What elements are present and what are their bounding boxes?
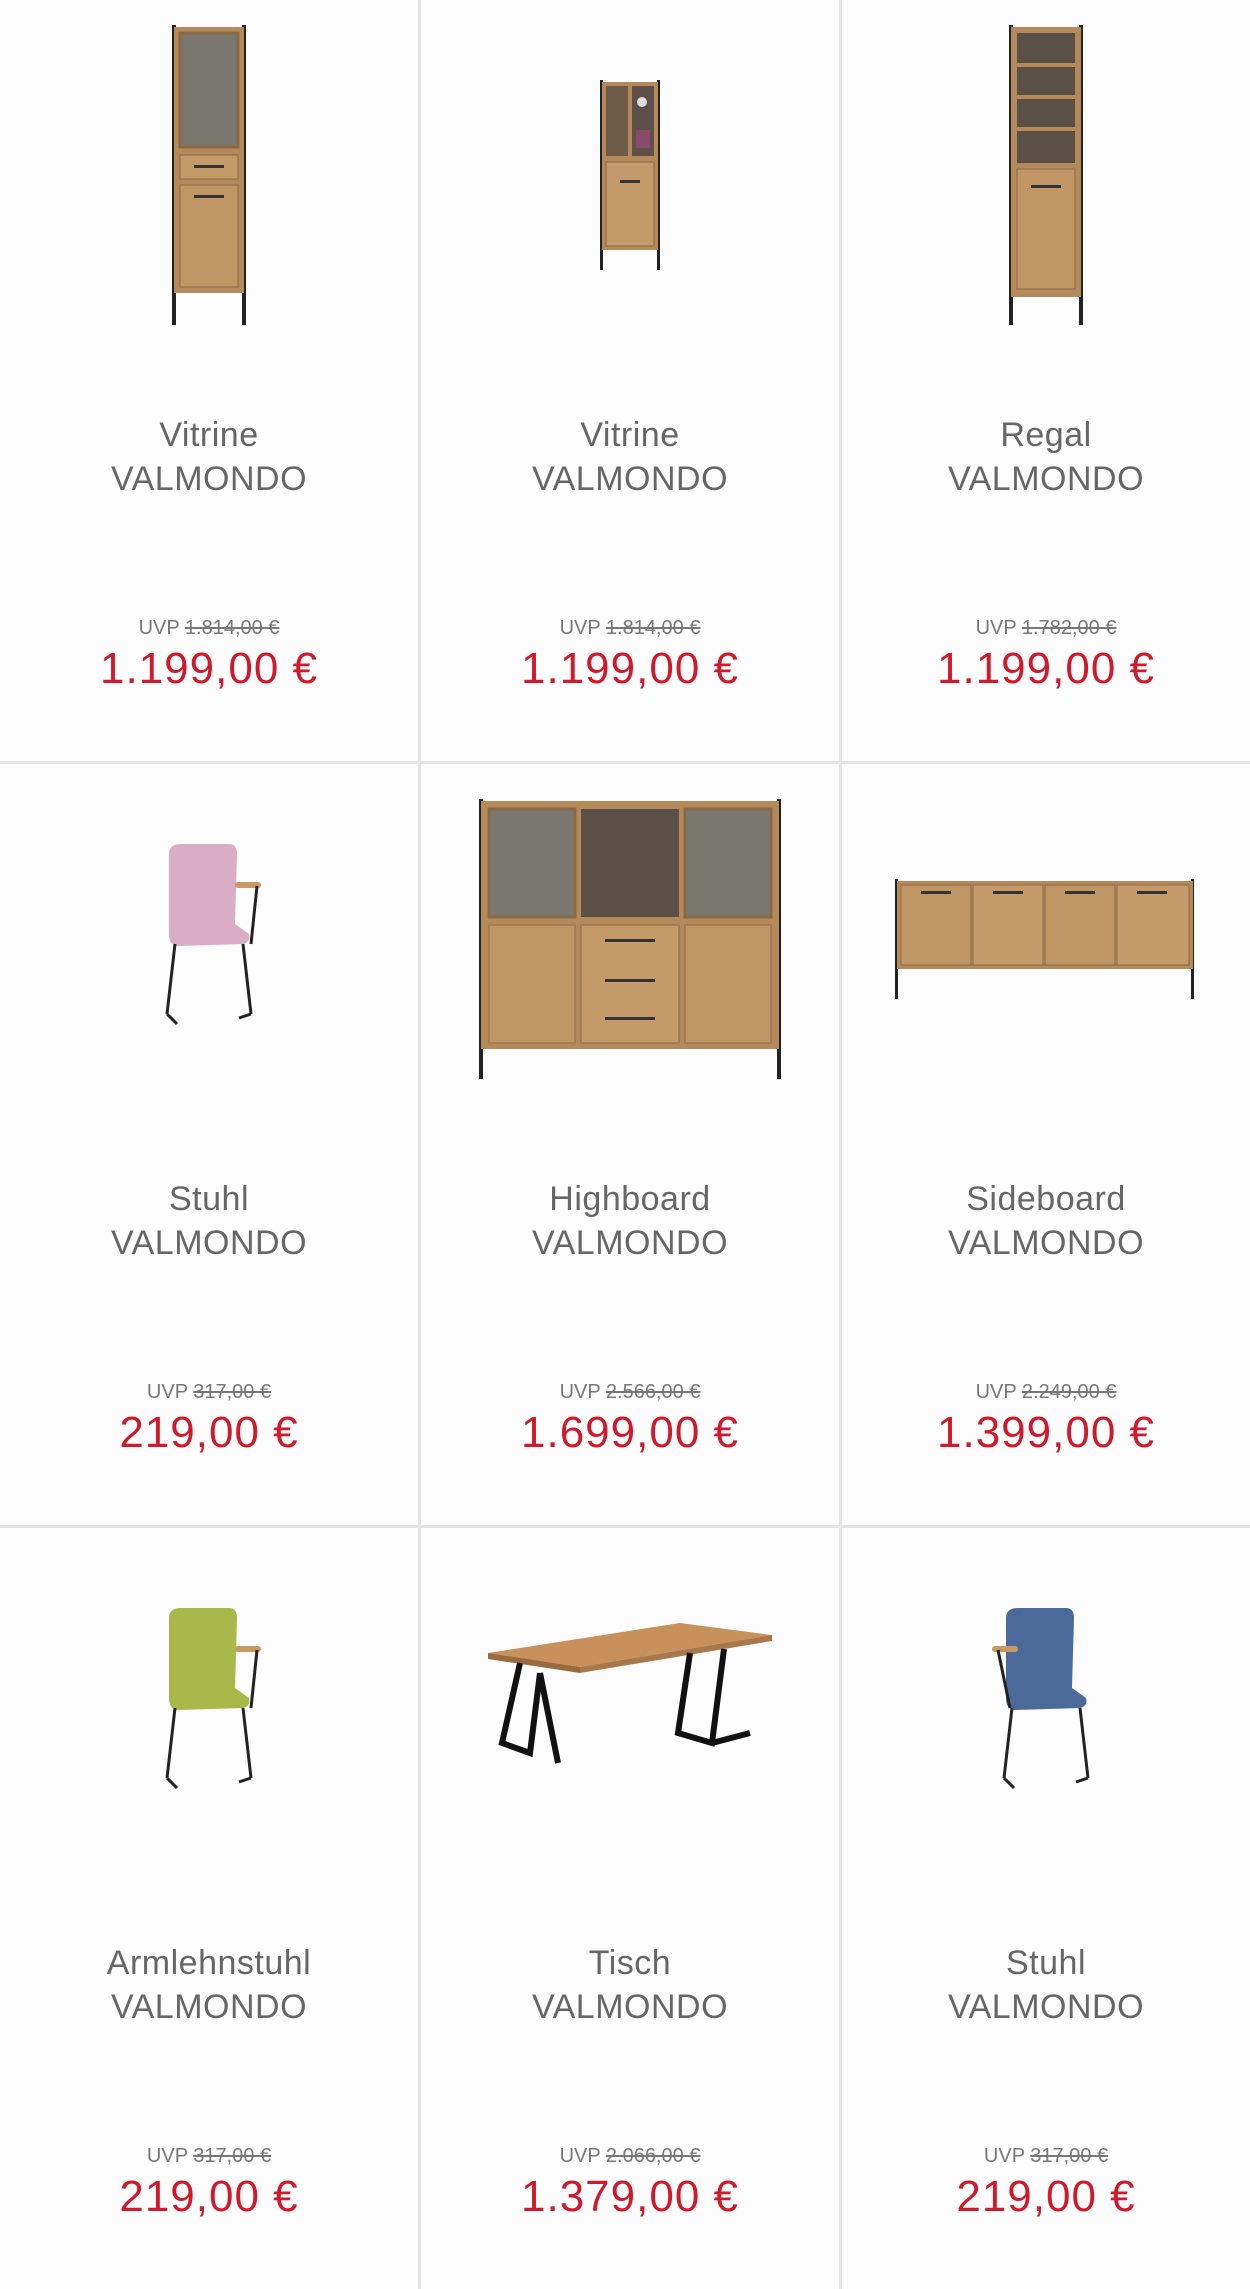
- product-card[interactable]: Vitrine VALMONDO UVP 1.814,00 € 1.199,00…: [421, 0, 839, 761]
- uvp-price: UVP 1.814,00 €: [0, 617, 418, 640]
- product-brand: VALMONDO: [110, 1988, 308, 2026]
- product-name: Armlehnstuhl: [106, 1944, 312, 1982]
- sale-price: 1.399,00 €: [937, 1408, 1155, 1457]
- uvp-label: UVP: [983, 2145, 1025, 2167]
- uvp-price: UVP 2.566,00 €: [421, 1381, 839, 1404]
- uvp-value: 2.249,00 €: [1021, 1381, 1117, 1403]
- product-title[interactable]: Vitrine VALMONDO: [421, 413, 839, 501]
- uvp-value: 2.066,00 €: [605, 2145, 701, 2167]
- sale-price: 1.199,00 €: [100, 644, 318, 693]
- uvp-value: 1.814,00 €: [605, 617, 701, 639]
- product-card[interactable]: Armlehnstuhl VALMONDO UVP 317,00 € 219,0…: [0, 1528, 418, 2289]
- product-title[interactable]: Tisch VALMONDO: [421, 1941, 839, 2029]
- product-image[interactable]: [842, 1528, 1250, 1868]
- sale-price: 1.699,00 €: [521, 1408, 739, 1457]
- uvp-price: UVP 1.814,00 €: [421, 617, 839, 640]
- product-title[interactable]: Armlehnstuhl VALMONDO: [0, 1941, 418, 2029]
- uvp-value: 2.566,00 €: [605, 1381, 701, 1403]
- uvp-price: UVP 317,00 €: [0, 1381, 418, 1404]
- sale-price: 219,00 €: [119, 2172, 299, 2221]
- product-image[interactable]: [842, 0, 1250, 340]
- uvp-label: UVP: [146, 1381, 188, 1403]
- sideboard-icon: [895, 879, 1194, 999]
- product-brand: VALMONDO: [531, 1988, 729, 2026]
- product-brand: VALMONDO: [531, 1224, 729, 1262]
- product-brand: VALMONDO: [947, 460, 1145, 498]
- product-name: Vitrine: [580, 416, 680, 454]
- product-title[interactable]: Regal VALMONDO: [842, 413, 1250, 501]
- product-image[interactable]: [0, 1528, 418, 1868]
- product-name: Highboard: [549, 1180, 711, 1218]
- uvp-price: UVP 1.782,00 €: [842, 617, 1250, 640]
- uvp-label: UVP: [559, 1381, 601, 1403]
- product-title[interactable]: Stuhl VALMONDO: [842, 1941, 1250, 2029]
- uvp-label: UVP: [975, 1381, 1017, 1403]
- product-image[interactable]: [421, 1528, 839, 1868]
- chair-green-icon: [165, 1608, 261, 1790]
- uvp-value: 1.782,00 €: [1021, 617, 1117, 639]
- product-brand: VALMONDO: [110, 1224, 308, 1262]
- uvp-value: 317,00 €: [1030, 2145, 1109, 2167]
- product-brand: VALMONDO: [947, 1988, 1145, 2026]
- product-card[interactable]: Highboard VALMONDO UVP 2.566,00 € 1.699,…: [421, 764, 839, 1525]
- product-image[interactable]: [0, 0, 418, 340]
- uvp-label: UVP: [138, 617, 180, 639]
- uvp-label: UVP: [559, 617, 601, 639]
- sale-price: 1.199,00 €: [937, 644, 1155, 693]
- product-card[interactable]: Sideboard VALMONDO UVP 2.249,00 € 1.399,…: [842, 764, 1250, 1525]
- product-name: Tisch: [588, 1944, 672, 1982]
- product-title[interactable]: Vitrine VALMONDO: [0, 413, 418, 501]
- product-name: Stuhl: [1006, 1944, 1086, 1982]
- product-image[interactable]: [842, 764, 1250, 1104]
- product-card[interactable]: Regal VALMONDO UVP 1.782,00 € 1.199,00 €: [842, 0, 1250, 761]
- regal-icon: [1009, 25, 1083, 325]
- vitrine-tall-icon: [172, 25, 246, 325]
- sale-price: 219,00 €: [956, 2172, 1136, 2221]
- product-title[interactable]: Highboard VALMONDO: [421, 1177, 839, 1265]
- product-name: Stuhl: [169, 1180, 249, 1218]
- product-name: Vitrine: [159, 416, 259, 454]
- uvp-price: UVP 317,00 €: [0, 2145, 418, 2168]
- product-brand: VALMONDO: [110, 460, 308, 498]
- product-card[interactable]: Vitrine VALMONDO UVP 1.814,00 € 1.199,00…: [0, 0, 418, 761]
- sale-price: 1.379,00 €: [521, 2172, 739, 2221]
- product-brand: VALMONDO: [531, 460, 729, 498]
- chair-blue-icon: [992, 1608, 1090, 1790]
- product-name: Sideboard: [966, 1180, 1126, 1218]
- uvp-price: UVP 2.249,00 €: [842, 1381, 1250, 1404]
- product-brand: VALMONDO: [947, 1224, 1145, 1262]
- uvp-label: UVP: [975, 617, 1017, 639]
- product-image[interactable]: [0, 764, 418, 1104]
- sale-price: 1.199,00 €: [521, 644, 739, 693]
- table-icon: [488, 1623, 772, 1764]
- chair-pink-icon: [165, 844, 261, 1026]
- highboard-icon: [479, 799, 781, 1079]
- vitrine-small-icon: [600, 80, 660, 270]
- uvp-price: UVP 2.066,00 €: [421, 2145, 839, 2168]
- product-card[interactable]: Stuhl VALMONDO UVP 317,00 € 219,00 €: [842, 1528, 1250, 2289]
- product-card[interactable]: Tisch VALMONDO UVP 2.066,00 € 1.379,00 €: [421, 1528, 839, 2289]
- uvp-label: UVP: [559, 2145, 601, 2167]
- uvp-value: 317,00 €: [193, 1381, 272, 1403]
- product-title[interactable]: Sideboard VALMONDO: [842, 1177, 1250, 1265]
- uvp-label: UVP: [146, 2145, 188, 2167]
- product-card[interactable]: Stuhl VALMONDO UVP 317,00 € 219,00 €: [0, 764, 418, 1525]
- product-grid: Vitrine VALMONDO UVP 1.814,00 € 1.199,00…: [0, 0, 1250, 2289]
- uvp-value: 317,00 €: [193, 2145, 272, 2167]
- product-image[interactable]: [421, 0, 839, 340]
- product-title[interactable]: Stuhl VALMONDO: [0, 1177, 418, 1265]
- sale-price: 219,00 €: [119, 1408, 299, 1457]
- product-image[interactable]: [421, 764, 839, 1104]
- uvp-price: UVP 317,00 €: [842, 2145, 1250, 2168]
- uvp-value: 1.814,00 €: [184, 617, 280, 639]
- product-name: Regal: [1000, 416, 1092, 454]
